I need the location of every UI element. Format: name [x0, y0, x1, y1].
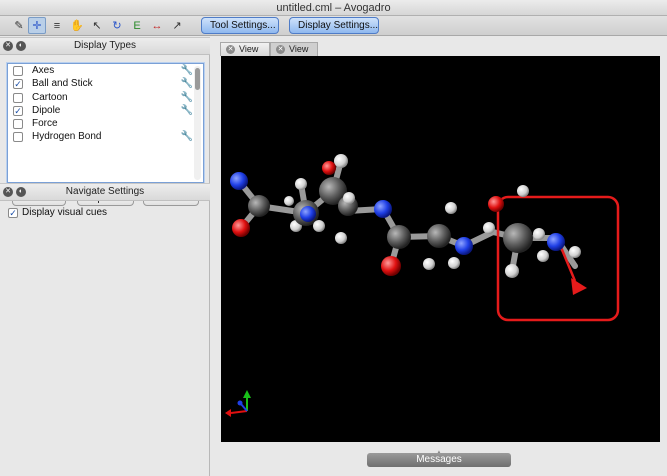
- molecule-viewport[interactable]: [221, 56, 660, 442]
- list-item-label: Hydrogen Bond: [32, 131, 102, 143]
- list-item[interactable]: ✓ Dipole 🔧: [8, 104, 203, 117]
- checkbox[interactable]: [13, 132, 23, 143]
- display-types-header: ✕ ◐ Display Types: [0, 37, 210, 55]
- list-item-label: Dipole: [32, 104, 61, 116]
- close-tab-icon[interactable]: ✕: [276, 45, 285, 54]
- dipole-arrow-head: [571, 278, 587, 295]
- manipulate-tool-icon[interactable]: ✋: [68, 17, 86, 34]
- wrench-icon[interactable]: 🔧: [181, 64, 193, 77]
- tool-settings-button[interactable]: Tool Settings...: [201, 17, 279, 34]
- bonds: [236, 158, 578, 274]
- messages-bar: Messages: [221, 452, 660, 468]
- left-panel: ✕ ◐ Display Types Axes 🔧 ✓ Ball and Stic…: [0, 37, 210, 476]
- list-item-label: Cartoon: [32, 91, 68, 103]
- tab-view-2[interactable]: ✕ View 2: [270, 42, 318, 67]
- molecule-render[interactable]: [221, 56, 660, 442]
- close-panel-icon[interactable]: ✕: [3, 41, 13, 51]
- toolbar: ✎ ✛ ≡ ✋ ↖ ↻ E ↔ ↗ Tool Settings... Displ…: [0, 16, 667, 36]
- checkbox-label: Display visual cues: [22, 207, 108, 218]
- navigate-settings-header: ✕ ◐ Navigate Settings: [0, 183, 210, 201]
- checkbox[interactable]: [13, 119, 23, 130]
- list-item-label: Force: [32, 118, 58, 130]
- axes-indicator-icon: [225, 390, 251, 417]
- measure-tool-icon[interactable]: ↔: [148, 17, 166, 34]
- checkbox[interactable]: ✓: [8, 208, 18, 218]
- list-item[interactable]: ✓ Ball and Stick 🔧: [8, 77, 203, 90]
- close-panel-icon[interactable]: ✕: [3, 187, 13, 197]
- display-visual-cues-checkbox[interactable]: ✓ Display visual cues: [8, 207, 107, 219]
- bond-centric-tool-icon[interactable]: ≡: [48, 17, 66, 34]
- list-item-label: Ball and Stick: [32, 78, 93, 90]
- list-item[interactable]: Axes 🔧: [8, 64, 203, 77]
- checkbox[interactable]: [13, 92, 23, 103]
- close-tab-icon[interactable]: ✕: [226, 45, 235, 54]
- auto-rotate-tool-icon[interactable]: ↻: [108, 17, 126, 34]
- wrench-icon[interactable]: 🔧: [181, 130, 193, 143]
- list-item[interactable]: Hydrogen Bond 🔧: [8, 130, 203, 143]
- display-types-title: Display Types: [73, 40, 137, 51]
- view-tabs: ✕ View 1 ✕ View 2: [220, 42, 660, 67]
- list-item-label: Axes: [32, 65, 55, 76]
- list-scrollbar[interactable]: [194, 66, 201, 180]
- tab-view-1[interactable]: ✕ View 1: [220, 42, 270, 67]
- atoms: [230, 154, 581, 278]
- align-tool-icon[interactable]: ↗: [168, 17, 186, 34]
- checkbox[interactable]: [13, 66, 23, 76]
- wrench-icon[interactable]: 🔧: [181, 91, 193, 104]
- select-tool-icon[interactable]: ↖: [88, 17, 106, 34]
- messages-toggle-button[interactable]: Messages: [367, 453, 511, 467]
- navigate-tool-icon[interactable]: ✛: [28, 17, 46, 34]
- wrench-icon[interactable]: 🔧: [181, 104, 193, 117]
- display-types-list[interactable]: Axes 🔧 ✓ Ball and Stick 🔧 Cartoon 🔧 ✓ Di…: [7, 63, 204, 183]
- auto-optimize-tool-icon[interactable]: E: [128, 17, 146, 34]
- list-item[interactable]: Cartoon 🔧: [8, 91, 203, 104]
- wrench-icon[interactable]: 🔧: [181, 77, 193, 90]
- checkbox[interactable]: ✓: [13, 79, 23, 90]
- display-settings-button[interactable]: Display Settings...: [289, 17, 379, 34]
- list-item[interactable]: Force: [8, 117, 203, 130]
- navigate-settings-title: Navigate Settings: [65, 186, 145, 197]
- float-panel-icon[interactable]: ◐: [16, 187, 26, 197]
- checkbox[interactable]: ✓: [13, 105, 23, 116]
- scrollbar-thumb[interactable]: [195, 68, 200, 90]
- float-panel-icon[interactable]: ◐: [16, 41, 26, 51]
- window-title: untitled.cml – Avogadro: [0, 0, 667, 16]
- draw-tool-icon[interactable]: ✎: [10, 17, 28, 34]
